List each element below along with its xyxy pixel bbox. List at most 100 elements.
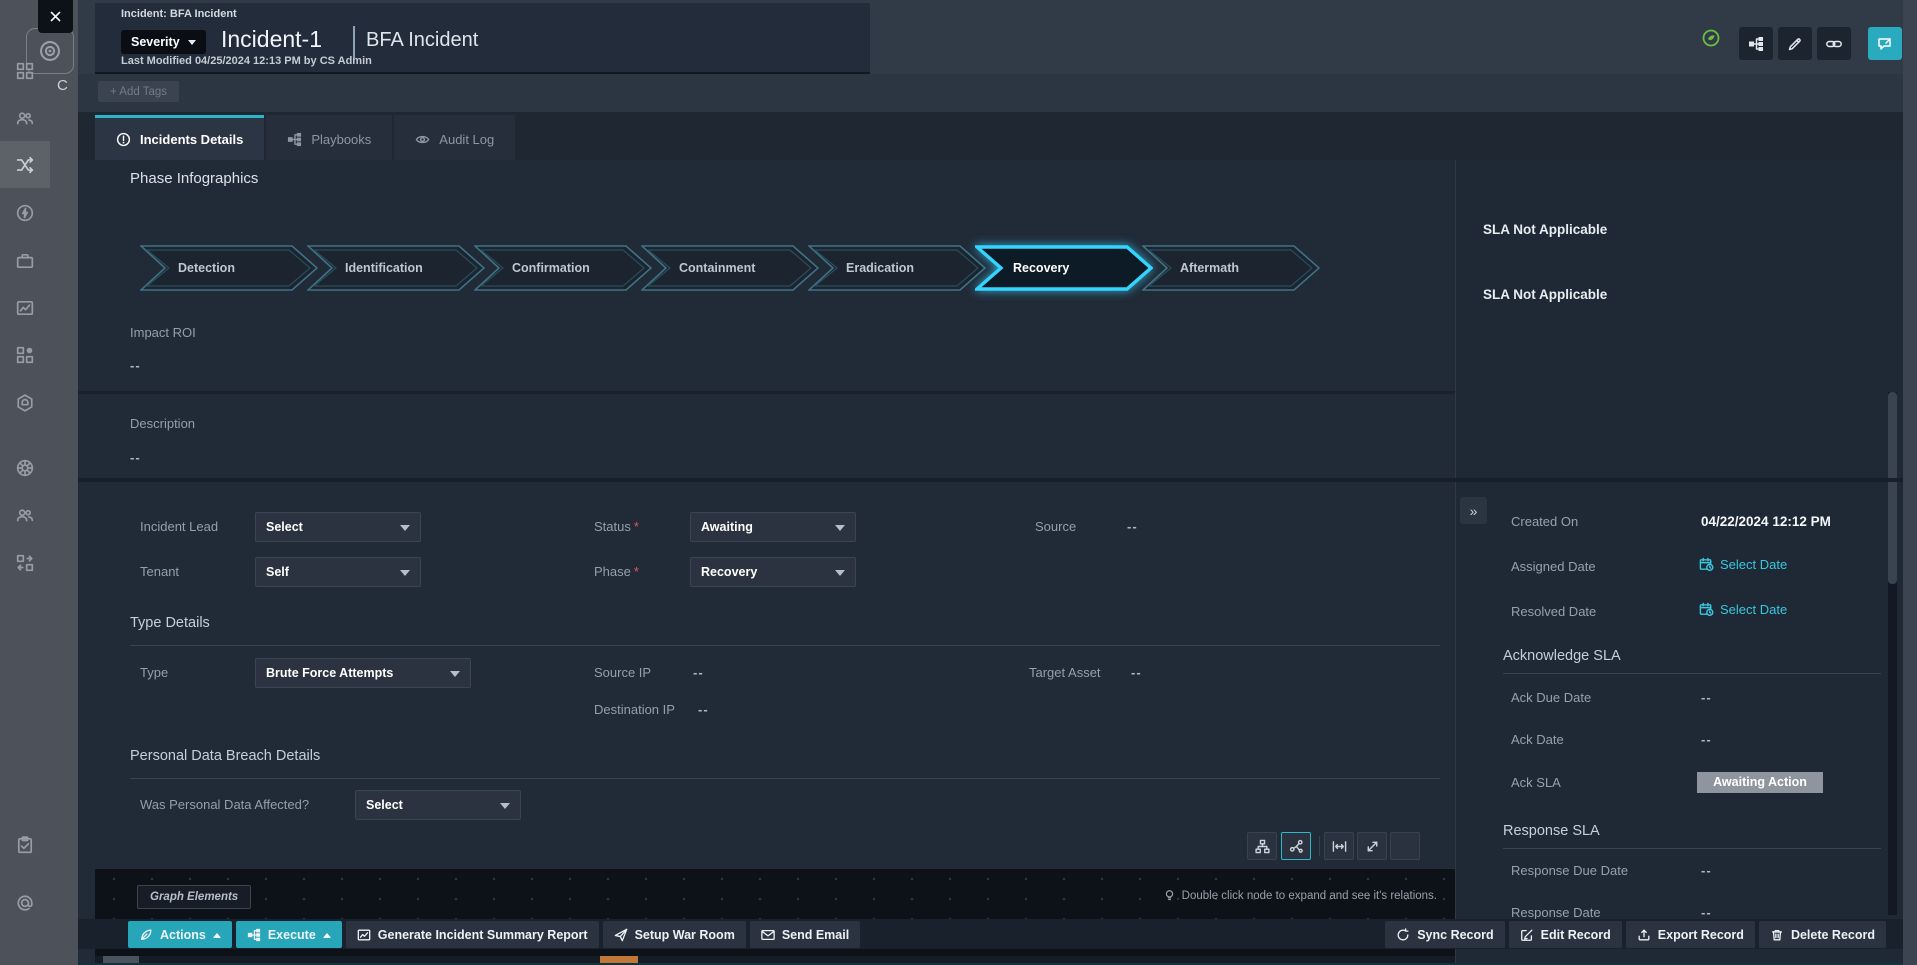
relations-graph-canvas[interactable]: Graph Elements Double click node to expa… <box>95 868 1455 965</box>
network-view-button[interactable] <box>1281 832 1311 860</box>
status-dropdown[interactable]: Awaiting <box>690 512 856 542</box>
sidebar-item-widgets[interactable] <box>0 331 50 378</box>
delete-record-button[interactable]: Delete Record <box>1759 921 1886 948</box>
ack-date-label: Ack Date <box>1511 732 1564 747</box>
record-status-green-icon <box>1702 29 1720 52</box>
link-record-button[interactable] <box>1817 27 1851 60</box>
description-value: -- <box>130 450 141 465</box>
sidebar-item-threat-intel[interactable] <box>0 379 50 426</box>
tab-playbooks[interactable]: Playbooks <box>266 115 392 160</box>
ack-due-date-label: Ack Due Date <box>1511 690 1591 705</box>
acknowledge-sla-title: Acknowledge SLA <box>1503 648 1621 664</box>
chevron-double-right-icon: » <box>1470 503 1478 519</box>
record-action-footer: Actions Execute Generate Incident Summar… <box>78 919 1903 949</box>
phase-chevron-containment[interactable]: Containment <box>641 245 819 291</box>
phase-infographics-title: Phase Infographics <box>130 170 258 187</box>
add-tags-button[interactable]: + Add Tags <box>98 81 179 102</box>
record-header: Incident: BFA Incident Severity Incident… <box>78 0 1903 74</box>
created-on-label: Created On <box>1511 512 1578 532</box>
sidebar-item-mentions[interactable] <box>0 879 50 926</box>
type-dropdown[interactable]: Brute Force Attempts <box>255 658 471 688</box>
required-marker: * <box>634 564 639 579</box>
phase-label: Aftermath <box>1180 245 1239 291</box>
sidebar-item-assets[interactable] <box>0 237 50 284</box>
response-sla-title: Response SLA <box>1503 823 1600 839</box>
response-due-date-value: -- <box>1701 863 1712 878</box>
phase-chevron-recovery-active[interactable]: Recovery <box>975 245 1153 291</box>
resolved-date-select[interactable]: Select Date <box>1699 602 1787 617</box>
button-label: Export Record <box>1658 928 1744 942</box>
tenant-dropdown[interactable]: Self <box>255 557 421 587</box>
phase-label: Eradication <box>846 245 914 291</box>
collapse-panel-button[interactable]: » <box>1460 497 1487 524</box>
sidebar-item-automation[interactable] <box>0 189 50 236</box>
pdb-label: Was Personal Data Affected? <box>140 790 309 820</box>
generate-report-button[interactable]: Generate Incident Summary Report <box>346 921 599 948</box>
execute-button[interactable]: Execute <box>236 921 342 948</box>
record-title-panel: Incident: BFA Incident Severity Incident… <box>95 3 870 74</box>
edit-record-button[interactable]: Edit Record <box>1509 921 1622 948</box>
phase-chevron-confirmation[interactable]: Confirmation <box>474 245 652 291</box>
org-tree-view-button[interactable] <box>1247 832 1277 860</box>
widgets-grid-icon <box>16 346 34 364</box>
comments-button[interactable] <box>1868 27 1902 60</box>
actions-quill-icon <box>139 928 153 942</box>
mentions-at-icon <box>16 894 34 912</box>
phase-chevron-eradication[interactable]: Eradication <box>808 245 986 291</box>
automation-bolt-icon <box>16 204 34 222</box>
phase-chevron-aftermath[interactable]: Aftermath <box>1142 245 1320 291</box>
type-details-title: Type Details <box>130 615 210 631</box>
sidebar-item-data-exchange[interactable] <box>0 539 50 586</box>
horizontal-scrollbar[interactable] <box>95 956 1455 963</box>
expand-icon <box>1365 839 1380 854</box>
scrollbar-marker[interactable] <box>600 956 638 963</box>
actions-button[interactable]: Actions <box>128 921 232 948</box>
pdb-dropdown[interactable]: Select <box>355 790 521 820</box>
close-button[interactable] <box>38 0 73 33</box>
severity-label: Severity <box>131 35 180 49</box>
calendar-icon <box>1699 602 1714 617</box>
severity-dropdown[interactable]: Severity <box>121 30 206 54</box>
incident-lead-dropdown[interactable]: Select <box>255 512 421 542</box>
tab-label: Incidents Details <box>140 132 243 147</box>
vertical-scrollbar[interactable] <box>1888 392 1897 915</box>
sidebar-item-queues[interactable] <box>0 94 50 141</box>
phase-label: Recovery <box>1013 245 1069 291</box>
link-record-icon <box>1826 36 1842 52</box>
open-playbooks-button[interactable] <box>1739 27 1773 60</box>
horizontal-scrollbar-thumb[interactable] <box>103 956 139 963</box>
graph-elements-button[interactable]: Graph Elements <box>137 885 251 909</box>
right-edge-strip <box>1903 0 1917 965</box>
expand-graph-button[interactable] <box>1357 832 1387 860</box>
trash-icon <box>1770 928 1784 942</box>
setup-war-room-button[interactable]: Setup War Room <box>603 921 746 948</box>
assigned-date-select[interactable]: Select Date <box>1699 557 1787 572</box>
button-label: Delete Record <box>1791 928 1875 942</box>
sidebar-item-tasks[interactable] <box>0 821 50 868</box>
sidebar-item-settings[interactable] <box>0 444 50 491</box>
phase-chevron-identification[interactable]: Identification <box>307 245 485 291</box>
export-icon <box>1637 928 1651 942</box>
fit-width-button[interactable] <box>1324 832 1354 860</box>
export-record-button[interactable]: Export Record <box>1626 921 1755 948</box>
refresh-graph-button[interactable] <box>1390 832 1420 860</box>
section-underline <box>1503 848 1881 849</box>
network-graph-icon <box>1289 839 1304 854</box>
phase-dropdown[interactable]: Recovery <box>690 557 856 587</box>
type-label: Type <box>140 658 168 688</box>
tab-audit-log[interactable]: Audit Log <box>394 115 515 160</box>
comments-icon <box>1877 36 1893 52</box>
sync-record-button[interactable]: Sync Record <box>1385 921 1504 948</box>
sidebar-item-war-room[interactable] <box>0 141 50 188</box>
send-email-button[interactable]: Send Email <box>750 921 860 948</box>
phase-chevron-detection[interactable]: Detection <box>140 245 318 291</box>
tab-incidents-details[interactable]: Incidents Details <box>95 115 264 160</box>
tenant-label: Tenant <box>140 557 179 587</box>
sidebar-item-team[interactable] <box>0 491 50 538</box>
vertical-scrollbar-thumb[interactable] <box>1888 392 1897 584</box>
edit-button[interactable] <box>1778 27 1812 60</box>
created-on-value: 04/22/2024 12:12 PM <box>1701 512 1831 532</box>
source-ip-value: -- <box>693 658 704 688</box>
sidebar-item-dashboard[interactable] <box>0 47 50 94</box>
sidebar-item-reports[interactable] <box>0 284 50 331</box>
